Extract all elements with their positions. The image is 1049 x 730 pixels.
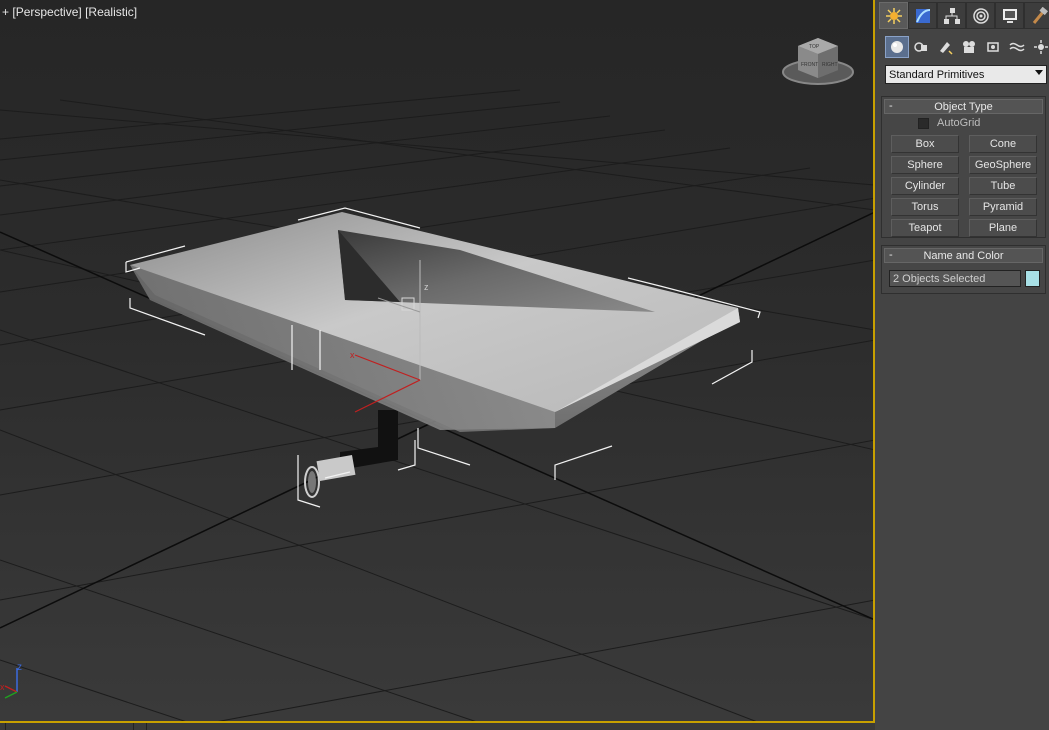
tube-button[interactable]: Tube <box>969 177 1037 195</box>
pyramid-button[interactable]: Pyramid <box>969 198 1037 216</box>
viewcube-top-label: TOP <box>809 44 820 50</box>
geosphere-button[interactable]: GeoSphere <box>969 156 1037 174</box>
object-color-swatch[interactable] <box>1025 270 1040 287</box>
gizmo-z-label: z <box>424 282 429 292</box>
strip-divider <box>133 723 134 730</box>
viewport-label-menu: + [Perspective] [Realistic] <box>2 5 137 19</box>
torus-button[interactable]: Torus <box>891 198 959 216</box>
create-category-buttons <box>885 36 1049 58</box>
space-warps-subtab[interactable] <box>1005 36 1029 58</box>
box-button[interactable]: Box <box>891 135 959 153</box>
utilities-icon <box>1032 6 1048 24</box>
modify-icon <box>915 8 930 23</box>
hierarchy-icon <box>943 7 960 24</box>
object-name-field[interactable] <box>889 270 1021 287</box>
object-type-rollout: - Object Type AutoGrid Box Cone Sphere G… <box>881 96 1046 238</box>
geometry-subtab[interactable] <box>885 36 909 58</box>
name-and-color-title: Name and Color <box>923 249 1004 262</box>
cameras-subtab[interactable] <box>957 36 981 58</box>
object-type-title: Object Type <box>934 100 993 113</box>
strip-divider <box>146 723 147 730</box>
display-icon <box>1002 8 1017 23</box>
viewport-shading-menu[interactable]: [Realistic] <box>85 5 137 19</box>
cameras-icon <box>963 41 975 53</box>
command-panel: Standard Primitives - Object Type AutoGr… <box>877 0 1049 730</box>
sink-model <box>130 212 740 432</box>
hierarchy-tab[interactable] <box>937 2 966 29</box>
viewport-general-menu[interactable]: + <box>2 5 9 19</box>
bottom-status-strip <box>0 723 875 730</box>
create-tab[interactable] <box>879 2 908 29</box>
collapse-icon: - <box>889 249 893 261</box>
name-and-color-rollout: - Name and Color <box>881 245 1046 294</box>
systems-subtab[interactable] <box>1029 36 1049 58</box>
tripod-x-label: x <box>0 682 5 692</box>
systems-icon <box>1034 40 1048 54</box>
category-dropdown-value: Standard Primitives <box>889 68 985 81</box>
space-warps-icon <box>1009 42 1025 52</box>
chevron-down-icon <box>1035 70 1043 75</box>
command-panel-tabs <box>879 2 1049 30</box>
autogrid-label: AutoGrid <box>937 117 981 129</box>
geometry-icon <box>891 41 903 53</box>
strip-divider <box>5 723 6 730</box>
utilities-tab[interactable] <box>1024 2 1049 29</box>
shapes-icon <box>914 42 927 52</box>
helpers-subtab[interactable] <box>981 36 1005 58</box>
helpers-icon <box>987 42 999 52</box>
object-type-rollout-header[interactable]: - Object Type <box>884 99 1043 114</box>
shapes-subtab[interactable] <box>909 36 933 58</box>
category-dropdown[interactable]: Standard Primitives <box>885 65 1047 84</box>
gizmo-x-label: x <box>350 350 355 360</box>
axis-tripod: z x <box>0 662 22 699</box>
viewcube-front-label: FRONT <box>801 62 818 68</box>
sphere-button[interactable]: Sphere <box>891 156 959 174</box>
scene-canvas[interactable]: x z z x TOP FRONT RIGHT <box>0 0 875 723</box>
viewcube-right-label: RIGHT <box>822 62 838 68</box>
viewport-point-of-view-menu[interactable]: [Perspective] <box>12 5 81 19</box>
cylinder-button[interactable]: Cylinder <box>891 177 959 195</box>
plane-button[interactable]: Plane <box>969 219 1037 237</box>
collapse-icon: - <box>889 100 893 112</box>
viewcube[interactable]: TOP FRONT RIGHT <box>782 38 854 85</box>
lights-subtab[interactable] <box>933 36 957 58</box>
modify-tab[interactable] <box>908 2 937 29</box>
create-icon <box>885 7 902 24</box>
tripod-z-label: z <box>17 662 22 673</box>
teapot-button[interactable]: Teapot <box>891 219 959 237</box>
checkbox-box <box>918 117 929 129</box>
autogrid-checkbox[interactable]: AutoGrid <box>918 117 980 129</box>
perspective-viewport[interactable]: x z z x TOP FRONT RIGHT + [Perspective] … <box>0 0 875 723</box>
display-tab[interactable] <box>995 2 1024 29</box>
motion-tab[interactable] <box>966 2 995 29</box>
name-and-color-rollout-header[interactable]: - Name and Color <box>884 248 1043 263</box>
drain-pipe <box>304 410 398 498</box>
motion-icon <box>972 7 989 24</box>
cone-button[interactable]: Cone <box>969 135 1037 153</box>
lights-icon <box>940 42 953 55</box>
